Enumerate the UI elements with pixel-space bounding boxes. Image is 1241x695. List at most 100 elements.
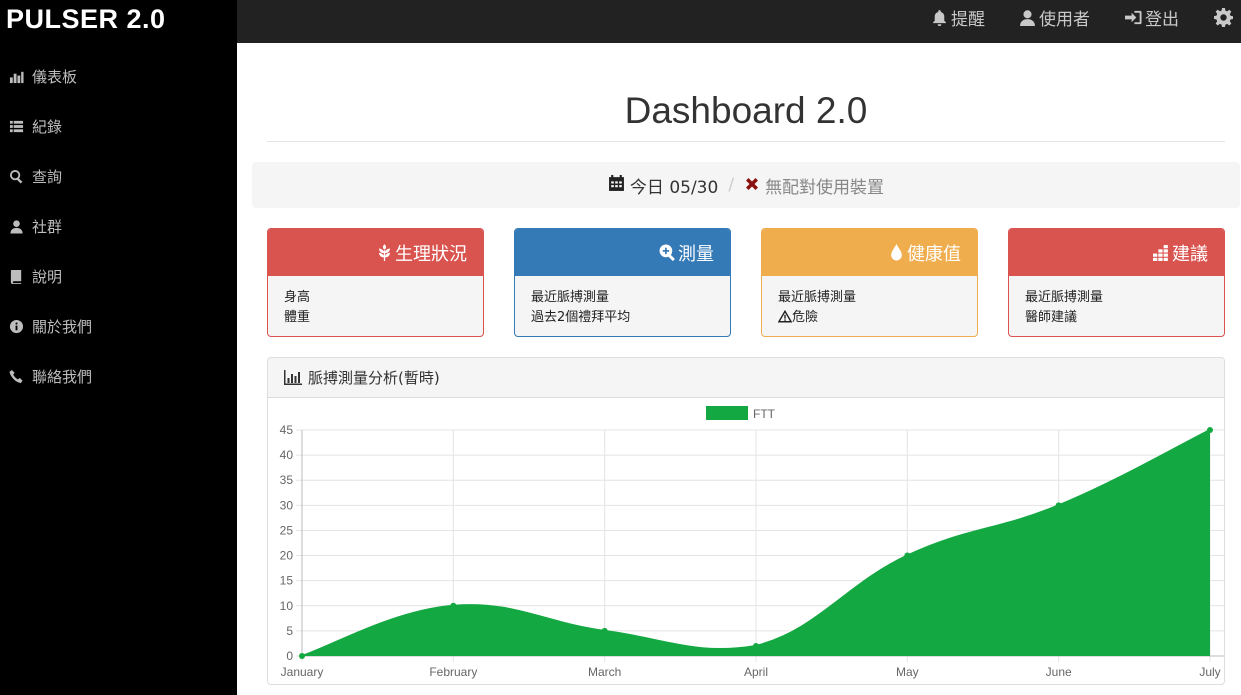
recent-pulse-label: 最近脈搏測量: [1025, 290, 1104, 305]
x-tick-label: April: [744, 665, 768, 679]
y-tick-label: 15: [280, 574, 294, 588]
panel-title: 建議: [1172, 243, 1208, 265]
y-tick-label: 25: [280, 523, 294, 537]
weight-label: 體重: [284, 310, 311, 325]
data-point: [753, 642, 759, 649]
title-divider: [267, 141, 1225, 142]
x-tick-label: February: [429, 665, 477, 679]
data-point: [1207, 427, 1213, 433]
recent-pulse-label: 最近脈搏測量: [531, 290, 610, 305]
x-tick-label: July: [1199, 665, 1220, 679]
panel-heading: 建議: [1009, 229, 1224, 276]
sidebar-item-records[interactable]: 紀錄: [0, 106, 237, 146]
sidebar: PULSER 2.0 儀表板 紀錄 查詢 社群 說明 關於我們 聯絡我們: [0, 0, 237, 695]
danger-status: 危險: [777, 308, 961, 328]
panel-heading: 健康值: [762, 229, 977, 276]
danger-label: 危險: [792, 310, 819, 325]
logout-button[interactable]: 登出: [1125, 0, 1179, 34]
y-tick-label: 35: [280, 473, 294, 487]
gear-icon: [1214, 7, 1233, 27]
stats-icon: [1153, 245, 1168, 261]
sidebar-item-label: 查詢: [32, 167, 63, 186]
zoom-in-icon: [659, 244, 675, 261]
sidebar-item-label: 聯絡我們: [32, 367, 93, 386]
alerts-button[interactable]: 提醒: [931, 0, 985, 34]
x-tick-label: January: [281, 665, 324, 679]
chart-panel-heading: 脈搏測量分析(暫時): [268, 358, 1224, 398]
physiology-panel[interactable]: 生理狀況 身高 體重: [267, 228, 484, 337]
grain-icon: [378, 244, 391, 261]
login-icon: [1125, 10, 1142, 24]
two-week-average-label: 過去2個禮拜平均: [531, 310, 631, 325]
user-label: 使用者: [1039, 9, 1090, 30]
brand-logo[interactable]: PULSER 2.0: [6, 4, 166, 35]
sidebar-item-label: 紀錄: [32, 117, 63, 136]
breadcrumb-separator: /: [728, 175, 735, 195]
sidebar-item-community[interactable]: 社群: [0, 206, 237, 246]
sidebar-item-contact[interactable]: 聯絡我們: [0, 356, 237, 396]
today-date: 今日 05/30: [629, 177, 719, 198]
sidebar-item-about[interactable]: 關於我們: [0, 306, 237, 346]
bell-icon: [933, 9, 946, 26]
y-tick-label: 5: [286, 624, 293, 638]
panel-body: 最近脈搏測量 危險: [762, 276, 977, 336]
settings-button[interactable]: [1214, 0, 1236, 34]
sidebar-item-dashboard[interactable]: 儀表板: [0, 56, 237, 96]
sidebar-item-label: 關於我們: [32, 317, 93, 336]
search-icon: [8, 168, 24, 184]
pulse-analysis-panel: 脈搏測量分析(暫時) 0 5 10 15 20 25 30 35 40 45 January Febr…: [267, 357, 1225, 685]
panel-heading: 生理狀況: [268, 229, 483, 276]
list-icon: [8, 118, 24, 134]
data-point: [299, 653, 305, 659]
alerts-label: 提醒: [951, 9, 985, 30]
legend-label: FTT: [753, 407, 776, 421]
user-menu-button[interactable]: 使用者: [1019, 0, 1090, 34]
panel-title: 生理狀況: [395, 243, 467, 265]
x-tick-label: June: [1046, 665, 1072, 679]
panel-heading: 測量: [515, 229, 730, 276]
advice-panel[interactable]: 建議 最近脈搏測量 醫師建議: [1008, 228, 1225, 337]
y-tick-label: 0: [286, 649, 293, 663]
warning-icon: [777, 309, 793, 323]
sidebar-item-label: 儀表板: [32, 67, 78, 86]
calendar-icon: [608, 175, 630, 195]
status-bar: 今日 05/30 / 無配對使用裝置: [252, 162, 1240, 208]
height-label: 身高: [284, 290, 311, 305]
sidebar-item-label: 社群: [32, 217, 63, 236]
y-tick-label: 30: [280, 498, 294, 512]
y-tick-label: 10: [280, 599, 294, 613]
x-tick-label: March: [588, 665, 621, 679]
sidebar-item-label: 說明: [32, 267, 63, 286]
data-point: [601, 627, 608, 634]
book-icon: [8, 268, 24, 284]
user-icon: [8, 218, 24, 234]
logout-label: 登出: [1145, 9, 1179, 30]
bar-chart-icon: [8, 68, 24, 84]
page-title: Dashboard 2.0: [624, 90, 868, 131]
measurement-panel[interactable]: 測量 最近脈搏測量 過去2個禮拜平均: [514, 228, 731, 337]
sidebar-item-search[interactable]: 查詢: [0, 156, 237, 196]
y-tick-label: 45: [280, 423, 294, 437]
y-tick-label: 40: [280, 448, 294, 462]
panel-title: 測量: [678, 243, 714, 265]
user-icon: [1020, 9, 1035, 26]
health-value-panel[interactable]: 健康值 最近脈搏測量 危險: [761, 228, 978, 337]
panel-body: 最近脈搏測量 醫師建議: [1009, 276, 1224, 336]
chart-panel-title: 脈搏測量分析(暫時): [308, 369, 440, 387]
phone-icon: [8, 368, 24, 384]
y-tick-label: 20: [280, 549, 294, 563]
legend-swatch: [706, 406, 748, 420]
top-navbar: 提醒 使用者 登出: [237, 0, 1241, 43]
tint-icon: [891, 244, 902, 261]
panel-title: 健康值: [907, 243, 961, 265]
pulse-chart: 0 5 10 15 20 25 30 35 40 45 January February March Ap…: [280, 406, 1224, 679]
panel-body: 最近脈搏測量 過去2個禮拜平均: [515, 276, 730, 336]
panel-body: 身高 體重: [268, 276, 483, 336]
data-point: [1055, 502, 1062, 509]
sidebar-item-help[interactable]: 說明: [0, 256, 237, 296]
data-point: [450, 602, 457, 609]
x-tick-label: May: [896, 665, 919, 679]
data-point: [904, 552, 911, 559]
close-icon: [744, 175, 765, 195]
info-icon: [8, 318, 24, 334]
